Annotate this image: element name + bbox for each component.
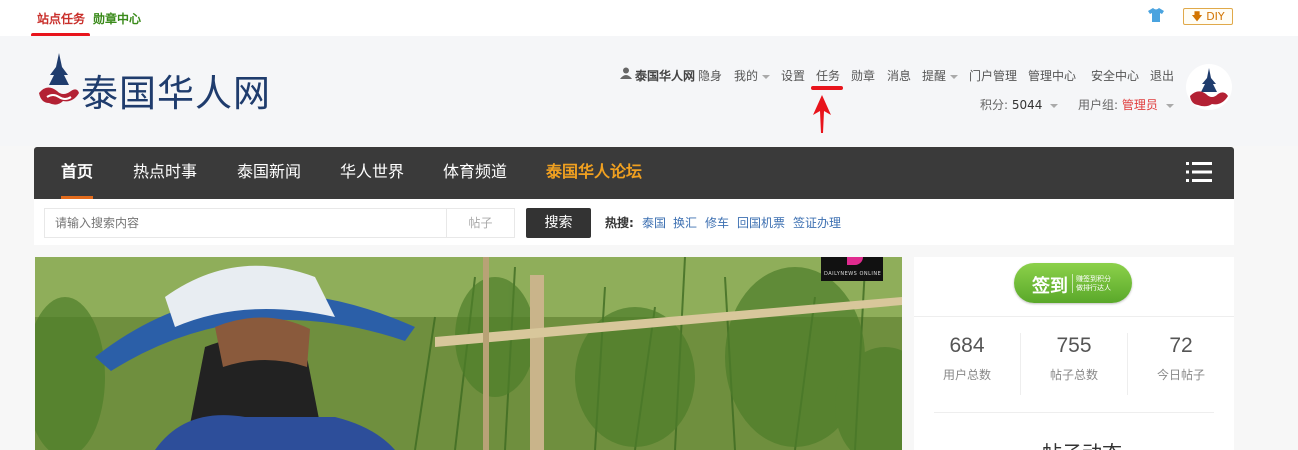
user-group[interactable]: 用户组: 管理员 (1078, 96, 1174, 113)
watermark-text: DAILYNEWS ONLINE (824, 271, 882, 277)
search-bar: 帖子 搜索 热搜: 泰国 换汇 修车 回国机票 签证办理 (34, 199, 1234, 245)
watermark-logo-icon (847, 257, 863, 265)
search-type-select[interactable]: 帖子 (446, 208, 515, 238)
stat-today-posts: 72 今日帖子 (1128, 334, 1234, 383)
logo-text: 泰国华人网 (81, 72, 271, 115)
reminders-menu[interactable]: 提醒 (922, 67, 958, 84)
score-value: 5044 (1011, 98, 1043, 112)
nav-thai-news[interactable]: 泰国新闻 (237, 147, 301, 199)
hot-link[interactable]: 泰国 (642, 214, 666, 231)
medal-center-link[interactable]: 勋章中心 (93, 10, 141, 27)
farmer-photo (35, 257, 902, 450)
search-button[interactable]: 搜索 (526, 208, 591, 238)
diy-label: DIY (1206, 10, 1225, 23)
shirt-icon[interactable] (1148, 8, 1164, 22)
pagoda-logo-icon (39, 53, 79, 105)
checkin-button[interactable]: 签到 赚签到积分 做排行达人 (1014, 263, 1132, 303)
section-title: 帖子动态 (1042, 437, 1122, 450)
divider (934, 412, 1214, 413)
settings-link[interactable]: 设置 (781, 67, 805, 84)
top-bar: 站点任务 勋章中心 🡇 DIY (0, 0, 1298, 37)
hot-link[interactable]: 修车 (705, 214, 729, 231)
site-header: 泰国华人网 泰国华人网 隐身 我的 设置 任务 勋章 消息 提醒 门户管理 管理… (0, 36, 1298, 146)
nav-sports[interactable]: 体育频道 (443, 147, 507, 199)
avatar-logo-icon (1190, 68, 1228, 107)
down-arrow-icon: 🡇 (1191, 10, 1203, 23)
user-icon (620, 67, 632, 81)
stat-label: 用户总数 (942, 368, 991, 382)
nav-hot-news[interactable]: 热点时事 (133, 147, 197, 199)
avatar[interactable] (1186, 64, 1232, 110)
hot-search-label: 热搜: (605, 216, 634, 230)
annotation-arrow-icon (813, 95, 831, 133)
messages-link[interactable]: 消息 (887, 67, 911, 84)
portal-admin-link[interactable]: 门户管理 (969, 67, 1017, 84)
stat-value: 72 (1169, 334, 1193, 357)
diy-button[interactable]: 🡇 DIY (1183, 8, 1233, 25)
nav-home[interactable]: 首页 (61, 147, 94, 199)
stat-value: 755 (1056, 334, 1092, 357)
stat-value: 684 (949, 334, 985, 357)
checkin-subtitle: 赚签到积分 做排行达人 (1076, 275, 1111, 292)
nav-forum[interactable]: 泰国华人论坛 (546, 147, 642, 199)
admin-center-link[interactable]: 管理中心 (1028, 67, 1076, 84)
stat-label: 今日帖子 (1156, 368, 1205, 382)
checkin-label: 签到 (1032, 276, 1068, 297)
medals-link[interactable]: 勋章 (851, 67, 875, 84)
my-menu[interactable]: 我的 (734, 67, 770, 84)
checkin-panel: 签到 赚签到积分 做排行达人 (914, 257, 1234, 317)
tasks-link[interactable]: 任务 (816, 67, 840, 84)
watermark: DAILYNEWS ONLINE (821, 257, 883, 281)
search-input[interactable] (44, 208, 446, 238)
invisible-toggle[interactable]: 隐身 (698, 67, 722, 84)
group-value: 管理员 (1121, 98, 1158, 112)
site-logo[interactable]: 泰国华人网 (37, 53, 297, 119)
hot-link[interactable]: 签证办理 (793, 214, 841, 231)
stat-users: 684 用户总数 (914, 334, 1020, 383)
stat-label: 帖子总数 (1049, 368, 1098, 382)
checkin-divider (1072, 274, 1073, 293)
hamburger-menu-icon[interactable] (1186, 161, 1212, 183)
nav-chinese-world[interactable]: 华人世界 (340, 147, 404, 199)
featured-image[interactable]: DAILYNEWS ONLINE (35, 257, 902, 450)
security-center-link[interactable]: 安全中心 (1091, 67, 1139, 84)
hot-link[interactable]: 换汇 (673, 214, 697, 231)
username-link[interactable]: 泰国华人网 (635, 67, 695, 84)
user-toolbar: 泰国华人网 隐身 我的 设置 任务 勋章 消息 提醒 门户管理 管理中心 安全中… (620, 67, 1180, 85)
main-nav: 首页 热点时事 泰国新闻 华人世界 体育频道 泰国华人论坛 (34, 147, 1234, 199)
logout-link[interactable]: 退出 (1150, 67, 1174, 84)
highlight-underline (811, 86, 843, 90)
score-label[interactable]: 积分: 5044 (980, 96, 1058, 113)
site-tasks-link[interactable]: 站点任务 (37, 10, 85, 27)
sidebar: 签到 赚签到积分 做排行达人 684 用户总数 755 帖子总数 72 今日帖子… (914, 257, 1234, 450)
hot-link[interactable]: 回国机票 (737, 214, 785, 231)
stat-posts: 755 帖子总数 (1021, 334, 1127, 383)
